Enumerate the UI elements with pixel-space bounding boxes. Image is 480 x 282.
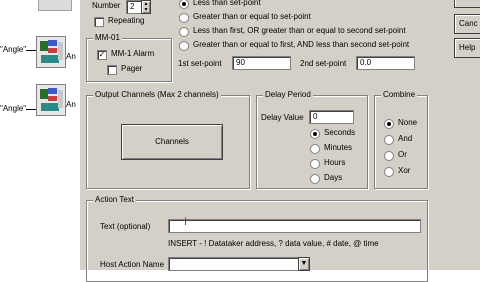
insert-hint: INSERT - ! Datataker address, ? data val… [168, 239, 379, 248]
action-text-label: Text (optional) [100, 222, 151, 231]
number-label: Number [92, 1, 121, 10]
first-setpoint-input[interactable]: 90 [232, 56, 291, 70]
angle-node-1[interactable] [36, 36, 66, 68]
help-button[interactable]: Help [454, 38, 480, 58]
delay-unit-label: Seconds [324, 128, 356, 137]
node-text-2: An [66, 100, 76, 109]
second-setpoint-label: 2nd set-point [300, 59, 347, 68]
node-part [58, 42, 63, 60]
action-text-input[interactable] [168, 219, 421, 233]
condition-option-radio[interactable] [179, 27, 189, 37]
second-setpoint-input[interactable]: 0.0 [356, 56, 415, 70]
condition-option-radio[interactable] [179, 41, 189, 51]
delay-value-label: Delay Value [261, 113, 304, 122]
connector-wire [26, 50, 36, 51]
delay-unit-radio[interactable] [310, 129, 320, 139]
cancel-button[interactable]: Canc [454, 14, 480, 34]
delay-unit-radio[interactable] [310, 174, 320, 184]
delay-unit-label: Hours [324, 158, 346, 167]
delay-unit-radio[interactable] [310, 144, 320, 154]
combine-option-label: None [398, 118, 418, 127]
host-action-label: Host Action Name [100, 260, 165, 269]
combine-option-label: Xor [398, 166, 411, 175]
combine-option-radio[interactable] [384, 135, 394, 145]
node-part [48, 48, 57, 53]
action-text-title: Action Text [93, 195, 136, 204]
block-label-angle: "Angle" [0, 104, 27, 113]
condition-option-label: Less than first, OR greater than or equa… [193, 26, 406, 35]
repeating-checkbox[interactable] [94, 17, 104, 27]
pager-label: Pager [121, 64, 143, 73]
delay-value-input[interactable]: 0 [309, 110, 354, 124]
first-setpoint-label: 1st set-point [178, 59, 222, 68]
node-part [40, 89, 48, 99]
chevron-down-icon[interactable]: ▼ [298, 257, 310, 271]
output-channels-title: Output Channels (Max 2 channels) [93, 90, 221, 99]
node-part [48, 40, 57, 46]
mm-alarm-checkbox[interactable]: ✓ [97, 50, 107, 60]
condition-option-label: Greater than or equal to set-point [193, 12, 311, 21]
node-part [48, 96, 57, 101]
delay-unit-label: Minutes [324, 143, 353, 152]
node-part [40, 41, 48, 51]
mm-alarm-label: MM-1 Alarm [111, 49, 155, 58]
condition-option-label: Greater than or equal to first, AND less… [193, 40, 410, 49]
delay-unit-radio[interactable] [310, 159, 320, 169]
canvas-left-strip: "Angle" An "Angle" An [0, 0, 80, 270]
pager-checkbox[interactable] [107, 65, 117, 75]
combine-option-label: Or [398, 150, 407, 159]
node-part [48, 88, 57, 94]
canvas-top-block [38, 0, 72, 11]
spinner-arrows[interactable]: ▴ ▾ [141, 0, 151, 14]
combine-option-radio[interactable] [384, 167, 394, 177]
condition-option-label: Less than set-point [193, 0, 261, 7]
delay-unit-label: Days [324, 173, 343, 182]
repeating-label: Repeating [108, 16, 145, 25]
node-part [58, 90, 63, 108]
angle-node-2[interactable] [36, 84, 66, 116]
delay-period-title: Delay Period [263, 90, 313, 99]
mm-group-title: MM-01 [93, 33, 122, 42]
block-label-angle: "Angle" [0, 45, 27, 54]
combine-option-label: And [398, 134, 413, 143]
node-part [41, 103, 59, 111]
combine-option-radio[interactable] [384, 151, 394, 161]
condition-option-radio[interactable] [179, 13, 189, 23]
channels-button[interactable]: Channels [121, 124, 223, 160]
combine-title: Combine [381, 90, 418, 99]
combine-option-radio[interactable] [384, 119, 394, 129]
node-part [41, 55, 59, 63]
text-cursor-icon: I [184, 216, 188, 228]
mm-group: MM-01 [86, 33, 172, 82]
host-action-combo[interactable] [168, 257, 303, 271]
connector-wire [26, 109, 36, 110]
node-text-1: An [66, 52, 76, 61]
ok-button[interactable]: OK [454, 0, 480, 8]
